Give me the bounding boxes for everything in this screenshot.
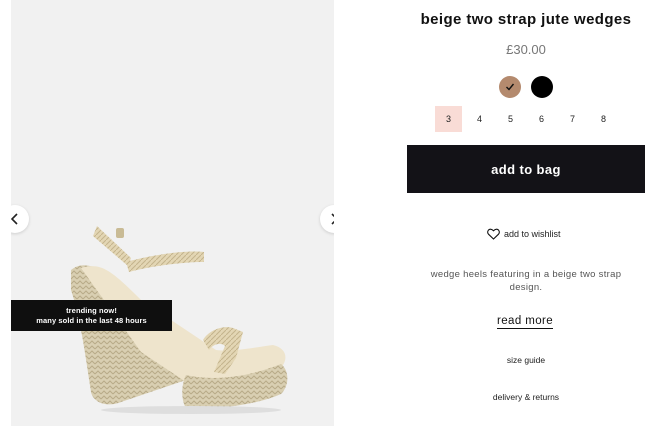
size-guide-link[interactable]: size guide bbox=[407, 355, 645, 365]
size-option-3[interactable]: 3 bbox=[435, 106, 462, 132]
chevron-right-icon bbox=[331, 213, 334, 225]
product-image bbox=[11, 0, 334, 426]
chevron-left-icon bbox=[11, 213, 18, 225]
product-price: £30.00 bbox=[506, 42, 546, 57]
size-option-5[interactable]: 5 bbox=[497, 106, 524, 132]
product-title: beige two strap jute wedges bbox=[420, 11, 632, 28]
color-swatch-black[interactable] bbox=[531, 76, 553, 98]
product-details: beige two strap jute wedges £30.00 3 4 5… bbox=[407, 0, 645, 426]
add-to-bag-button[interactable]: add to bag bbox=[407, 145, 645, 193]
product-image-gallery: trending now! many sold in the last 48 h… bbox=[11, 0, 334, 426]
size-selector: 3 4 5 6 7 8 bbox=[435, 106, 621, 132]
delivery-returns-link[interactable]: delivery & returns bbox=[407, 392, 645, 402]
read-more-link[interactable]: read more bbox=[497, 315, 554, 329]
size-option-4[interactable]: 4 bbox=[466, 106, 493, 132]
wishlist-label: add to wishlist bbox=[504, 229, 561, 239]
add-to-wishlist-button[interactable]: add to wishlist bbox=[487, 227, 561, 241]
product-description: wedge heels featuring in a beige two str… bbox=[430, 269, 622, 293]
size-option-8[interactable]: 8 bbox=[590, 106, 617, 132]
trending-badge-title: trending now! bbox=[66, 306, 117, 315]
size-option-7[interactable]: 7 bbox=[559, 106, 586, 132]
size-option-6[interactable]: 6 bbox=[528, 106, 555, 132]
color-swatch-beige[interactable] bbox=[499, 76, 521, 98]
check-icon bbox=[506, 83, 515, 91]
trending-badge: trending now! many sold in the last 48 h… bbox=[11, 300, 172, 331]
trending-badge-subtitle: many sold in the last 48 hours bbox=[36, 316, 147, 325]
heart-icon bbox=[487, 228, 500, 240]
